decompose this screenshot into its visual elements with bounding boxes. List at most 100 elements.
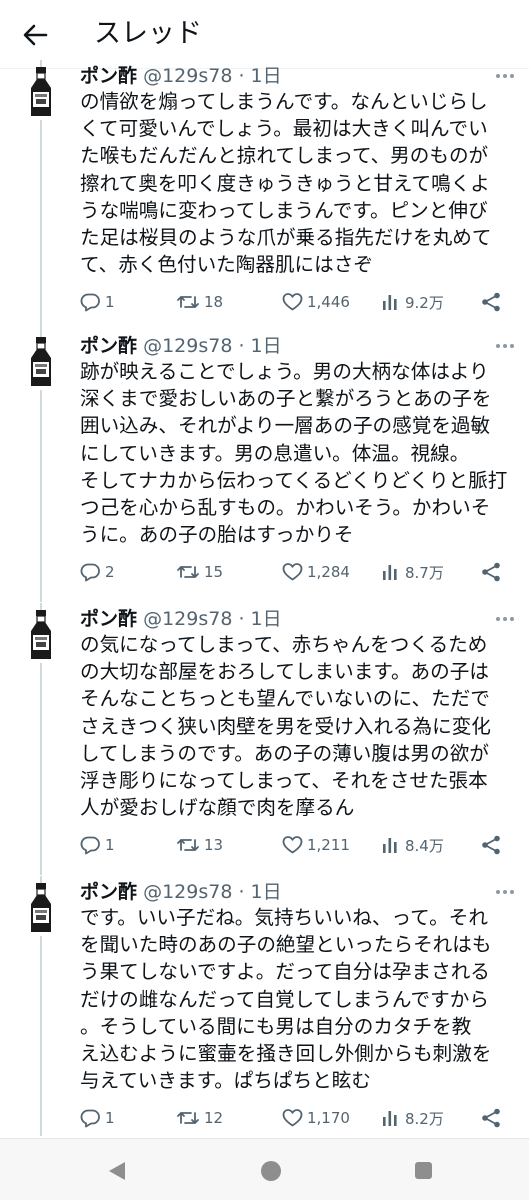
tweet-text-line: 深くまで愛おしいあの子と繋がろうとあの子を bbox=[80, 387, 492, 411]
more-options-icon[interactable] bbox=[496, 74, 514, 80]
avatar[interactable] bbox=[21, 882, 61, 934]
views-button[interactable]: 8.4万 bbox=[381, 831, 444, 859]
views-button[interactable]: 8.2万 bbox=[381, 1104, 444, 1132]
reply-count: 1 bbox=[105, 1109, 115, 1127]
tweet-text-line: え込むように蜜壷を掻き回し外側からも刺激を bbox=[80, 1041, 492, 1065]
more-options-icon[interactable] bbox=[496, 890, 514, 896]
reply-button[interactable]: 2 bbox=[80, 558, 115, 586]
nav-back-icon[interactable] bbox=[108, 1161, 126, 1181]
retweet-button[interactable]: 18 bbox=[176, 288, 223, 316]
retweet-icon bbox=[176, 835, 200, 855]
tweet-text-line: そしてナカから伝わってくるどくりどくりと脈打 bbox=[80, 468, 508, 492]
tweet-text: 跡が映えることでしょう。男の大柄な体はより 深くまで愛おしいあの子と繋がろうとあの… bbox=[80, 358, 525, 548]
author-name[interactable]: ポン酢 bbox=[80, 335, 137, 357]
like-button[interactable]: 1,170 bbox=[282, 1104, 350, 1132]
tweet-text-line: うに。あの子の胎はすっかりそ bbox=[80, 523, 354, 547]
author-name[interactable]: ポン酢 bbox=[80, 881, 137, 903]
tweet-actions: 1 12 1,170 8.2万 bbox=[0, 1104, 529, 1132]
tweet-text-line: を聞いた時のあの子の絶望といったらそれはも bbox=[80, 933, 492, 957]
reply-icon bbox=[80, 292, 101, 312]
reply-button[interactable]: 1 bbox=[80, 831, 115, 859]
retweet-count: 15 bbox=[204, 563, 224, 581]
tweet-text-line: うな喘鳴に変わってしまうんです。ピンと伸び bbox=[80, 198, 488, 222]
tweet-text-line: にしていきます。男の息遣い。体温。視線。 bbox=[80, 441, 470, 465]
tweet-text-line: さえきつく狭い肉壁を男を受け入れる為に変化 bbox=[80, 714, 491, 738]
system-nav-bar bbox=[0, 1139, 529, 1200]
author-name[interactable]: ポン酢 bbox=[80, 65, 137, 87]
views-icon bbox=[381, 835, 401, 855]
tweet-text-line: 跡が映えることでしょう。男の大柄な体はより bbox=[80, 360, 489, 383]
back-arrow-icon[interactable] bbox=[22, 22, 48, 48]
like-count: 1,446 bbox=[307, 293, 350, 311]
views-count: 9.2万 bbox=[405, 293, 444, 312]
tweet[interactable]: ポン酢 @129s78 · 1日 の気になってしまって、赤ちゃんをつくるため の大切… bbox=[0, 603, 529, 875]
retweet-button[interactable]: 13 bbox=[176, 831, 223, 859]
avatar[interactable] bbox=[21, 336, 61, 388]
like-button[interactable]: 1,446 bbox=[282, 288, 350, 316]
more-options-icon[interactable] bbox=[496, 617, 514, 623]
tweet-text-line: そんなことちっとも望んでいないのに、ただで bbox=[80, 687, 490, 711]
tweet-text-line: の大切な部屋をおろしてしまいます。あの子は bbox=[80, 660, 489, 684]
author-handle-time: @129s78 · 1日 bbox=[143, 335, 282, 357]
nav-recents-icon[interactable] bbox=[415, 1162, 432, 1179]
tweet-text-line: つ己を心から乱すもの。かわいそう。かわいそ bbox=[80, 495, 491, 519]
heart-icon bbox=[282, 1108, 303, 1128]
heart-icon bbox=[282, 835, 303, 855]
retweet-icon bbox=[176, 562, 200, 582]
tweet[interactable]: ポン酢 @129s78 · 1日 跡が映えることでしょう。男の大柄な体はより 深くま… bbox=[0, 330, 529, 602]
views-button[interactable]: 8.7万 bbox=[381, 558, 444, 586]
reply-button[interactable]: 1 bbox=[80, 288, 115, 316]
tweet-header: ポン酢 @129s78 · 1日 bbox=[80, 880, 282, 904]
views-count: 8.2万 bbox=[405, 1109, 444, 1128]
tweet[interactable]: ポン酢 @129s78 · 1日 の情欲を煽ってしまうんです。なんといじらし くて可… bbox=[0, 60, 529, 332]
tweet-header: ポン酢 @129s78 · 1日 bbox=[80, 334, 282, 358]
tweet-text-line: 擦れて奥を叩く度きゅうきゅうと甘えて鳴くよ bbox=[80, 171, 490, 195]
tweet-text-line: の気になってしまって、赤ちゃんをつくるため bbox=[80, 633, 488, 656]
app-header: スレッド bbox=[0, 0, 529, 69]
views-button[interactable]: 9.2万 bbox=[381, 288, 444, 316]
like-button[interactable]: 1,284 bbox=[282, 558, 350, 586]
reply-count: 2 bbox=[105, 563, 115, 581]
author-handle-time: @129s78 · 1日 bbox=[143, 65, 282, 87]
more-options-icon[interactable] bbox=[496, 344, 514, 350]
like-button[interactable]: 1,211 bbox=[282, 831, 350, 859]
avatar[interactable] bbox=[21, 66, 61, 118]
retweet-icon bbox=[176, 292, 200, 312]
retweet-icon bbox=[176, 1108, 200, 1128]
tweet-text-line: た足は桜貝のような爪が乗る指先だけを丸めて bbox=[80, 225, 492, 249]
retweet-button[interactable]: 15 bbox=[176, 558, 223, 586]
views-count: 8.7万 bbox=[405, 563, 444, 582]
nav-home-icon[interactable] bbox=[261, 1161, 281, 1181]
avatar[interactable] bbox=[21, 609, 61, 661]
tweet-text-line: です。いい子だね。気持ちいいね、って。それ bbox=[80, 906, 488, 929]
tweet-text: の情欲を煽ってしまうんです。なんといじらし くて可愛いんでしょう。最初は大きく叫ん… bbox=[80, 88, 525, 278]
retweet-count: 18 bbox=[204, 293, 224, 311]
reply-icon bbox=[80, 1108, 101, 1128]
tweet[interactable]: ポン酢 @129s78 · 1日 です。いい子だね。気持ちいいね、って。それ を聞い… bbox=[0, 876, 529, 1146]
share-icon[interactable] bbox=[480, 291, 502, 313]
tweet-text: の気になってしまって、赤ちゃんをつくるため の大切な部屋をおろしてしまいます。あの… bbox=[80, 631, 525, 821]
reply-button[interactable]: 1 bbox=[80, 1104, 115, 1132]
author-name[interactable]: ポン酢 bbox=[80, 608, 137, 630]
tweet-text-line: だけの雌なんだって自覚してしまうんですから bbox=[80, 987, 489, 1011]
tweet-text-line: 。そうしている間にも男は自分のカタチを教 bbox=[80, 1014, 472, 1038]
views-count: 8.4万 bbox=[405, 836, 444, 855]
share-icon[interactable] bbox=[480, 561, 502, 583]
share-icon[interactable] bbox=[480, 834, 502, 856]
reply-count: 1 bbox=[105, 836, 115, 854]
retweet-count: 13 bbox=[204, 836, 224, 854]
tweet-text: です。いい子だね。気持ちいいね、って。それ を聞いた時のあの子の絶望といったらそれ… bbox=[80, 904, 525, 1094]
tweet-text-line: 与えていきます。ぱちぱちと眩む bbox=[80, 1069, 371, 1093]
tweet-header: ポン酢 @129s78 · 1日 bbox=[80, 64, 282, 88]
tweet-text-line: の情欲を煽ってしまうんです。なんといじらし bbox=[80, 90, 488, 113]
like-count: 1,211 bbox=[307, 836, 350, 854]
tweet-actions: 1 13 1,211 8.4万 bbox=[0, 831, 529, 859]
tweet-text-line: 浮き彫りになってしまって、それをさせた張本 bbox=[80, 768, 488, 792]
retweet-count: 12 bbox=[204, 1109, 224, 1127]
tweet-header: ポン酢 @129s78 · 1日 bbox=[80, 607, 282, 631]
reply-count: 1 bbox=[105, 293, 115, 311]
share-icon[interactable] bbox=[480, 1107, 502, 1129]
tweet-text-line: た喉もだんだんと掠れてしまって、男のものが bbox=[80, 144, 489, 168]
retweet-button[interactable]: 12 bbox=[176, 1104, 223, 1132]
author-handle-time: @129s78 · 1日 bbox=[143, 881, 282, 903]
